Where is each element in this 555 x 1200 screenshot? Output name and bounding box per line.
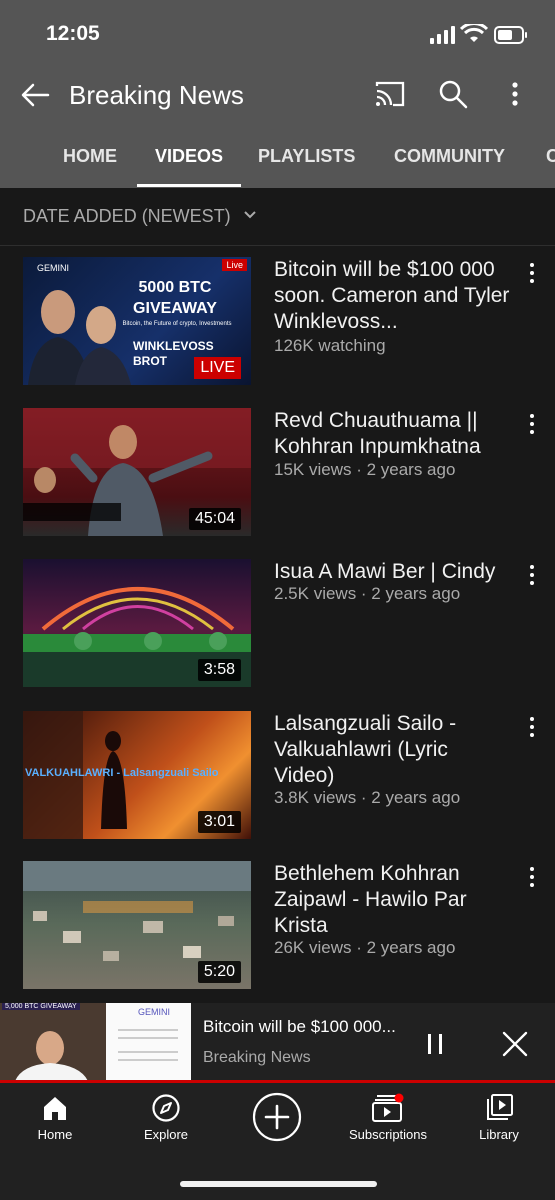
video-item[interactable]: 45:04 Revd Chuauthuama || Kohhran Inpumk… [0,408,555,538]
video-title[interactable]: Bethlehem Kohhran Zaipawl - Hawilo Par K… [274,861,512,939]
add-icon [252,1092,302,1142]
mini-thumb-banner: 5,000 BTC GIVEAWAY [2,1003,80,1010]
video-title[interactable]: Bitcoin will be $100 000 soon. Cameron a… [274,257,512,335]
nav-library[interactable]: Library [444,1093,554,1142]
cast-icon[interactable] [374,78,406,110]
nav-home-label: Home [37,1127,73,1142]
sort-label[interactable]: DATE ADDED (NEWEST) [23,206,231,227]
signal-icon [430,26,455,44]
tab-home[interactable]: HOME [63,146,117,167]
tab-community[interactable]: COMMUNITY [394,146,505,167]
video-meta: 3.8K views · 2 years ago [274,788,461,807]
mini-player-thumbnail[interactable]: 5,000 BTC GIVEAWAY GEMINI [0,1003,191,1081]
gemini-logo: GEMINI [37,263,70,273]
mini-player-title[interactable]: Bitcoin will be $100 000... [203,1017,403,1037]
live-badge: LIVE [194,357,241,379]
video-duration: 3:01 [197,811,241,833]
video-title[interactable]: Isua A Mawi Ber | Cindy [274,559,512,585]
video-thumbnail[interactable]: 3:58 [23,559,251,687]
library-icon [487,1094,513,1120]
video-meta: 126K watching [274,336,386,355]
video-thumbnail[interactable]: GEMINI Live 5000 BTC GIVEAWAY Bitcoin, t… [23,257,251,385]
video-meta: 15K views · 2 years ago [274,460,456,479]
pause-icon[interactable] [420,1029,450,1059]
thumb-subtitle: Bitcoin, the Future of crypto, Investmen… [122,321,232,327]
thumb-headline: 5000 BTC GIVEAWAY [133,279,217,317]
chevron-down-icon [244,211,256,219]
nav-create[interactable] [222,1091,332,1143]
tab-playlists[interactable]: PLAYLISTS [258,146,355,167]
more-options-icon[interactable] [526,412,538,436]
video-thumbnail[interactable]: 45:04 [23,408,251,536]
thumb-caption: VALKUAHLAWRI - Lalsangzuali Sailo [25,767,219,779]
status-bar: 12:05 [0,0,555,66]
channel-title: Breaking News [69,80,244,110]
video-meta: 2.5K views · 2 years ago [274,584,461,603]
video-title[interactable]: Lalsangzuali Sailo - Valkuahlawri (Lyric… [274,711,512,789]
tab-channels-partial[interactable]: C [546,146,555,167]
battery-icon [494,26,527,44]
mini-player-channel: Breaking News [203,1049,311,1066]
nav-library-label: Library [479,1127,519,1142]
mini-player[interactable]: 5,000 BTC GIVEAWAY GEMINI Bitcoin will b… [0,1003,555,1081]
compass-icon [152,1094,180,1122]
video-item[interactable]: 5:20 Bethlehem Kohhran Zaipawl - Hawilo … [0,861,555,991]
nav-explore[interactable]: Explore [111,1093,221,1142]
video-meta: 26K views · 2 years ago [274,938,456,957]
channel-tabs: HOME VIDEOS PLAYLISTS COMMUNITY C [0,144,555,188]
video-item[interactable]: 3:58 Isua A Mawi Ber | Cindy 2.5K views … [0,559,555,689]
nav-explore-label: Explore [143,1127,189,1142]
status-time: 12:05 [46,22,100,45]
video-title[interactable]: Revd Chuauthuama || Kohhran Inpumkhatna [274,408,512,460]
live-corner-tag: Live [222,259,247,271]
back-arrow-icon[interactable] [20,80,50,110]
video-item[interactable]: GEMINI Live 5000 BTC GIVEAWAY Bitcoin, t… [0,257,555,387]
search-icon[interactable] [437,78,469,110]
mini-thumb-brand: GEMINI [138,1007,171,1017]
active-tab-indicator [137,184,241,187]
channel-header: Breaking News HOME VIDEOS PLAYLISTS COMM… [0,66,555,188]
home-indicator [180,1181,377,1187]
more-options-icon[interactable] [526,563,538,587]
home-icon [44,1097,66,1120]
more-options-icon[interactable] [526,261,538,285]
subscriptions-icon [372,1093,404,1122]
nav-home[interactable]: Home [0,1093,110,1142]
video-duration: 5:20 [197,961,241,983]
sort-bar[interactable]: DATE ADDED (NEWEST) [0,188,555,246]
video-thumbnail[interactable]: VALKUAHLAWRI - Lalsangzuali Sailo 3:01 [23,711,251,839]
tab-videos[interactable]: VIDEOS [155,146,223,167]
nav-subscriptions-label: Subscriptions [348,1127,428,1142]
more-options-icon[interactable] [526,865,538,889]
close-icon[interactable] [500,1029,530,1059]
video-duration: 3:58 [197,659,241,681]
more-options-icon[interactable] [526,715,538,739]
more-options-icon[interactable] [499,78,531,110]
wifi-icon [460,24,488,42]
video-item[interactable]: VALKUAHLAWRI - Lalsangzuali Sailo 3:01 L… [0,711,555,841]
video-duration: 45:04 [188,508,241,530]
nav-subscriptions[interactable]: Subscriptions [333,1093,443,1142]
video-thumbnail[interactable]: 5:20 [23,861,251,989]
